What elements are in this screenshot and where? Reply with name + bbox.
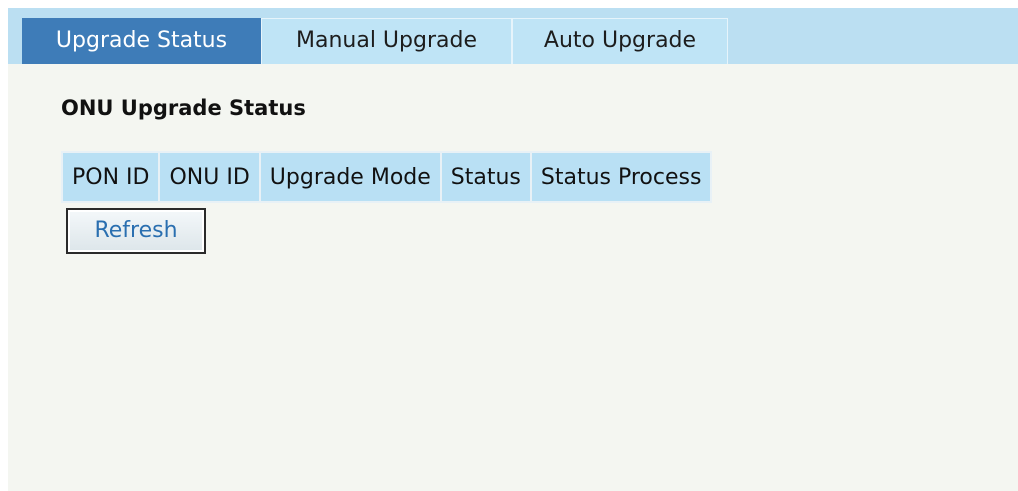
tab-bar: Upgrade Status Manual Upgrade Auto Upgra…	[8, 8, 1018, 64]
refresh-button[interactable]: Refresh	[66, 208, 206, 254]
upgrade-status-table: PON ID ONU ID Upgrade Mode Status Status…	[60, 151, 713, 203]
tab-auto-upgrade[interactable]: Auto Upgrade	[512, 18, 728, 64]
column-header-status-process: Status Process	[529, 151, 713, 203]
section-title: ONU Upgrade Status	[61, 96, 306, 120]
page-frame: Upgrade Status Manual Upgrade Auto Upgra…	[8, 8, 1018, 491]
tab-manual-upgrade[interactable]: Manual Upgrade	[261, 18, 512, 64]
column-header-upgrade-mode: Upgrade Mode	[258, 151, 442, 203]
column-header-pon-id: PON ID	[60, 151, 161, 203]
table-header-row: PON ID ONU ID Upgrade Mode Status Status…	[60, 151, 713, 203]
column-header-onu-id: ONU ID	[158, 151, 261, 203]
tab-upgrade-status[interactable]: Upgrade Status	[22, 18, 261, 64]
column-header-status: Status	[439, 151, 532, 203]
